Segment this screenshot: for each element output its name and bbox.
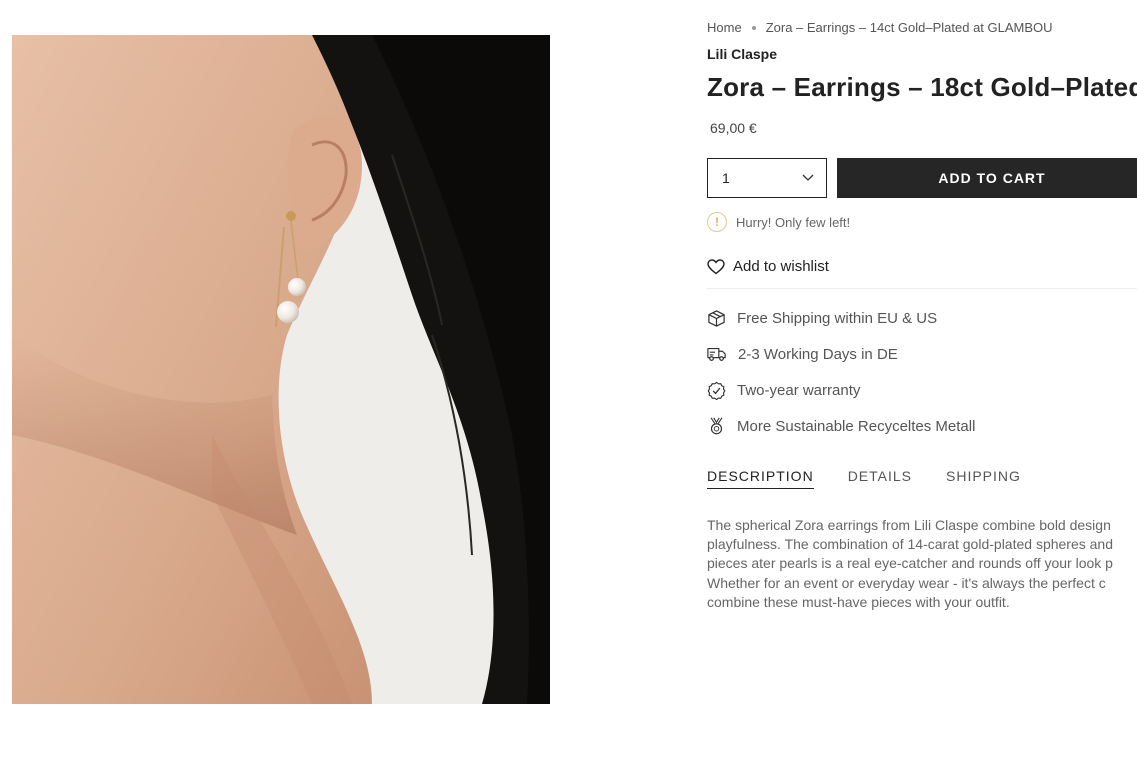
description-line: playfulness. The combination of 14-carat… [707,536,1113,553]
breadcrumb-current: Zora – Earrings – 14ct Gold–Plated at GL… [765,20,1053,35]
product-page: Home Zora – Earrings – 14ct Gold–Plated a… [0,0,1137,772]
description-line: The spherical Zora earrings from Lili Cl… [707,517,1111,533]
breadcrumb-home-link[interactable]: Home [707,20,742,35]
breadcrumb-separator [751,25,756,30]
product-price: 69,00 € [710,120,757,136]
box-icon [708,309,725,327]
feature-item-sustainable: More Sustainable Recyceltes Metall [707,414,975,438]
product-brand[interactable]: Lili Claspe [707,46,777,62]
heart-icon [707,258,725,274]
product-info: Home Zora – Earrings – 14ct Gold–Plated a… [707,0,1137,772]
alert-circle-icon: ! [707,212,727,232]
check-circle-icon [707,381,726,400]
feature-list: Free Shipping within EU & US 2-3 Working… [707,306,975,450]
add-to-wishlist-button[interactable]: Add to wishlist [707,258,829,275]
feature-text: Two-year warranty [737,381,861,399]
tab-shipping[interactable]: SHIPPING [946,468,1021,489]
earring-model-photo [12,35,550,704]
product-description: The spherical Zora earrings from Lili Cl… [707,516,1137,612]
chevron-down-icon [802,174,814,182]
feature-item-delivery: 2-3 Working Days in DE [707,342,975,366]
add-to-cart-button[interactable]: ADD TO CART [837,158,1137,198]
quantity-value: 1 [722,170,730,186]
tab-details[interactable]: DETAILS [848,468,912,489]
sustainable-metal-icon [710,417,723,435]
breadcrumb: Home Zora – Earrings – 14ct Gold–Plated a… [707,20,1053,35]
truck-icon [707,347,726,361]
wishlist-label: Add to wishlist [733,258,829,275]
add-to-cart-label: ADD TO CART [938,170,1046,186]
feature-item-shipping: Free Shipping within EU & US [707,306,975,330]
feature-text: More Sustainable Recyceltes Metall [737,417,976,435]
tab-description[interactable]: DESCRIPTION [707,468,814,489]
description-line: pieces ater pearls is a real eye-catcher… [707,555,1113,572]
feature-text: Free Shipping within EU & US [737,309,938,327]
description-line: Whether for an event or everyday wear - … [707,574,1106,591]
product-title: Zora – Earrings – 18ct Gold–Plated [707,72,1137,102]
divider [707,288,1137,289]
feature-item-warranty: Two-year warranty [707,378,975,402]
product-tabs: DESCRIPTION DETAILS SHIPPING [707,468,1021,489]
description-line: combine these must-have pieces with your… [707,593,1010,610]
feature-text: 2-3 Working Days in DE [738,345,898,363]
quantity-select[interactable]: 1 [707,158,827,198]
product-image[interactable] [12,35,550,704]
stock-notice-text: Hurry! Only few left! [736,214,851,230]
stock-notice: ! Hurry! Only few left! [707,212,850,232]
